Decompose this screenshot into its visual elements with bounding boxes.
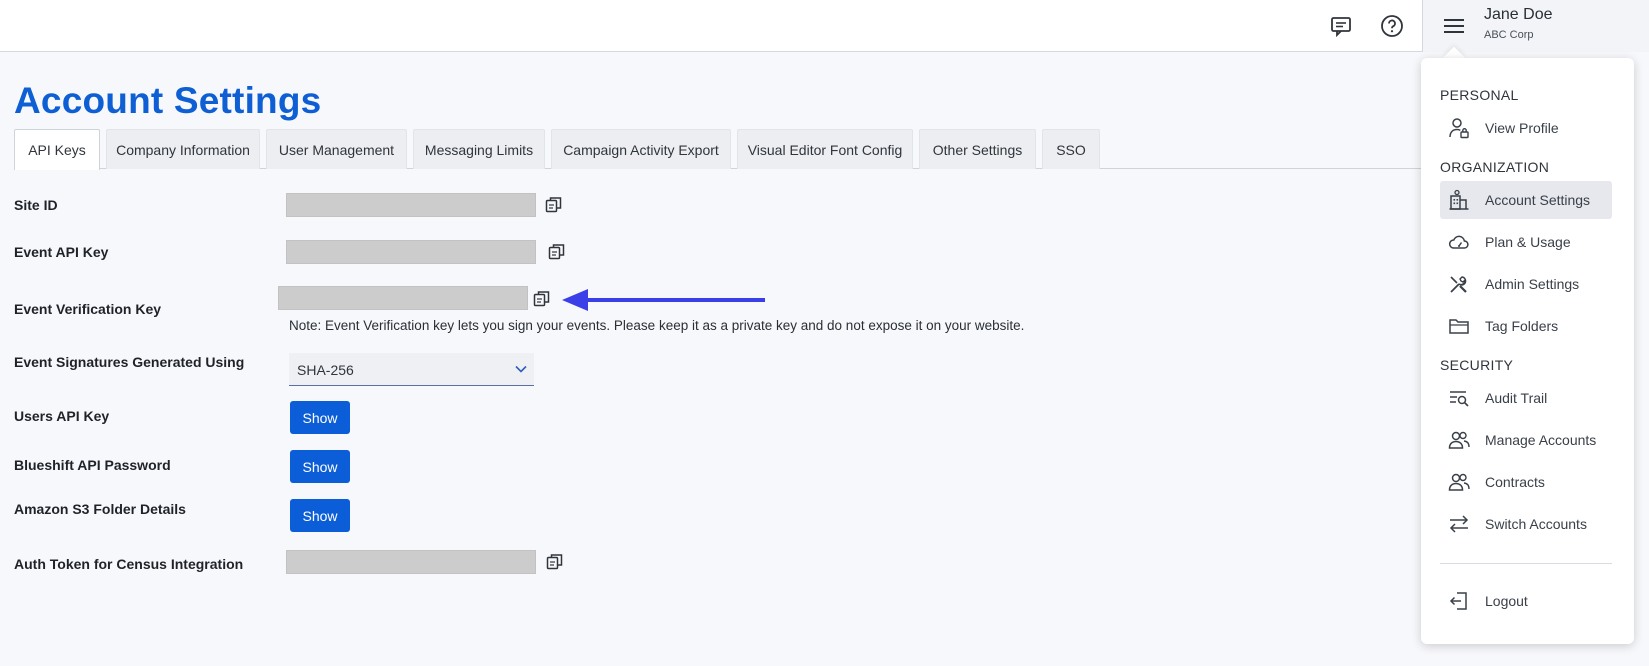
menu-item-label: View Profile	[1485, 120, 1559, 136]
tab-sso[interactable]: SSO	[1042, 129, 1100, 169]
copy-icon[interactable]	[532, 289, 552, 309]
user-dropdown-menu: PERSONAL View Profile ORGANIZATION Accou…	[1421, 58, 1634, 644]
chevron-down-icon	[514, 362, 528, 376]
event-verification-note: Note: Event Verification key lets you si…	[289, 318, 1025, 333]
menu-divider	[1440, 563, 1612, 564]
menu-item-tag-folders[interactable]: Tag Folders	[1440, 307, 1612, 345]
users-api-key-label: Users API Key	[14, 408, 110, 424]
users-icon	[1448, 471, 1470, 493]
auth-token-label: Auth Token for Census Integration	[14, 556, 244, 572]
menu-item-label: Contracts	[1485, 474, 1545, 490]
menu-item-label: Manage Accounts	[1485, 432, 1597, 448]
help-icon[interactable]	[1379, 13, 1405, 39]
users-icon	[1448, 429, 1470, 451]
menu-item-label: Plan & Usage	[1485, 234, 1571, 250]
event-api-key-label: Event API Key	[14, 244, 109, 260]
tab-visual-editor-font-config[interactable]: Visual Editor Font Config	[737, 129, 913, 169]
tab-bar: API Keys Company Information User Manage…	[14, 129, 1424, 170]
menu-item-label: Account Settings	[1485, 192, 1591, 208]
tab-api-keys[interactable]: API Keys	[14, 129, 100, 170]
auth-token-value	[286, 550, 536, 574]
tab-campaign-activity-export[interactable]: Campaign Activity Export	[551, 129, 731, 169]
menu-item-switch-accounts[interactable]: Switch Accounts	[1440, 505, 1612, 543]
copy-icon[interactable]	[547, 242, 567, 262]
menu-item-plan-usage[interactable]: Plan & Usage	[1440, 223, 1612, 261]
event-signatures-label: Event Signatures Generated Using	[14, 354, 245, 370]
menu-section-security: SECURITY	[1440, 357, 1514, 373]
menu-item-account-settings[interactable]: Account Settings	[1440, 181, 1612, 219]
hamburger-menu-icon[interactable]	[1442, 14, 1466, 38]
tab-other-settings[interactable]: Other Settings	[919, 129, 1036, 169]
annotation-arrow	[562, 288, 767, 312]
folder-icon	[1448, 315, 1470, 337]
menu-item-admin-settings[interactable]: Admin Settings	[1440, 265, 1612, 303]
menu-item-logout[interactable]: Logout	[1440, 582, 1612, 620]
event-verification-key-label: Event Verification Key	[14, 301, 162, 317]
menu-item-label: Logout	[1485, 593, 1528, 609]
site-id-value	[286, 193, 536, 217]
menu-item-contracts[interactable]: Contracts	[1440, 463, 1612, 501]
copy-icon[interactable]	[545, 552, 565, 572]
menu-item-label: Admin Settings	[1485, 276, 1580, 292]
site-id-label: Site ID	[14, 197, 58, 213]
user-name: Jane Doe	[1484, 6, 1553, 23]
page-title: Account Settings	[14, 80, 322, 121]
copy-icon[interactable]	[544, 195, 564, 215]
show-blueshift-api-password-button[interactable]: Show	[290, 450, 350, 483]
tab-messaging-limits[interactable]: Messaging Limits	[413, 129, 545, 169]
top-bar: Jane Doe ABC Corp	[0, 0, 1649, 52]
show-amazon-s3-button[interactable]: Show	[290, 499, 350, 532]
menu-section-personal: PERSONAL	[1440, 87, 1519, 103]
user-org: ABC Corp	[1484, 29, 1534, 41]
show-users-api-key-button[interactable]: Show	[290, 401, 350, 434]
menu-item-label: Audit Trail	[1485, 390, 1548, 406]
user-menu-toggle[interactable]: Jane Doe ABC Corp	[1422, 0, 1649, 52]
user-lock-icon	[1448, 117, 1470, 139]
signature-algorithm-select[interactable]: SHA-256	[289, 353, 534, 386]
amazon-s3-label: Amazon S3 Folder Details	[14, 501, 186, 517]
building-gear-icon	[1448, 189, 1470, 211]
menu-item-label: Tag Folders	[1485, 318, 1559, 334]
tab-company-information[interactable]: Company Information	[106, 129, 260, 169]
menu-item-view-profile[interactable]: View Profile	[1440, 109, 1612, 147]
signature-algorithm-value: SHA-256	[297, 362, 354, 378]
menu-item-manage-accounts[interactable]: Manage Accounts	[1440, 421, 1612, 459]
menu-item-label: Switch Accounts	[1485, 516, 1587, 532]
menu-section-organization: ORGANIZATION	[1440, 159, 1550, 175]
logout-icon	[1448, 590, 1470, 612]
event-api-key-value	[286, 240, 536, 264]
list-search-icon	[1448, 387, 1470, 409]
event-verification-key-value	[278, 286, 528, 310]
tools-icon	[1448, 273, 1470, 295]
blueshift-api-password-label: Blueshift API Password	[14, 457, 171, 473]
menu-item-audit-trail[interactable]: Audit Trail	[1440, 379, 1612, 417]
chat-icon[interactable]	[1328, 13, 1354, 39]
cloud-gauge-icon	[1448, 231, 1470, 253]
tab-user-management[interactable]: User Management	[266, 129, 407, 169]
switch-arrows-icon	[1448, 513, 1470, 535]
